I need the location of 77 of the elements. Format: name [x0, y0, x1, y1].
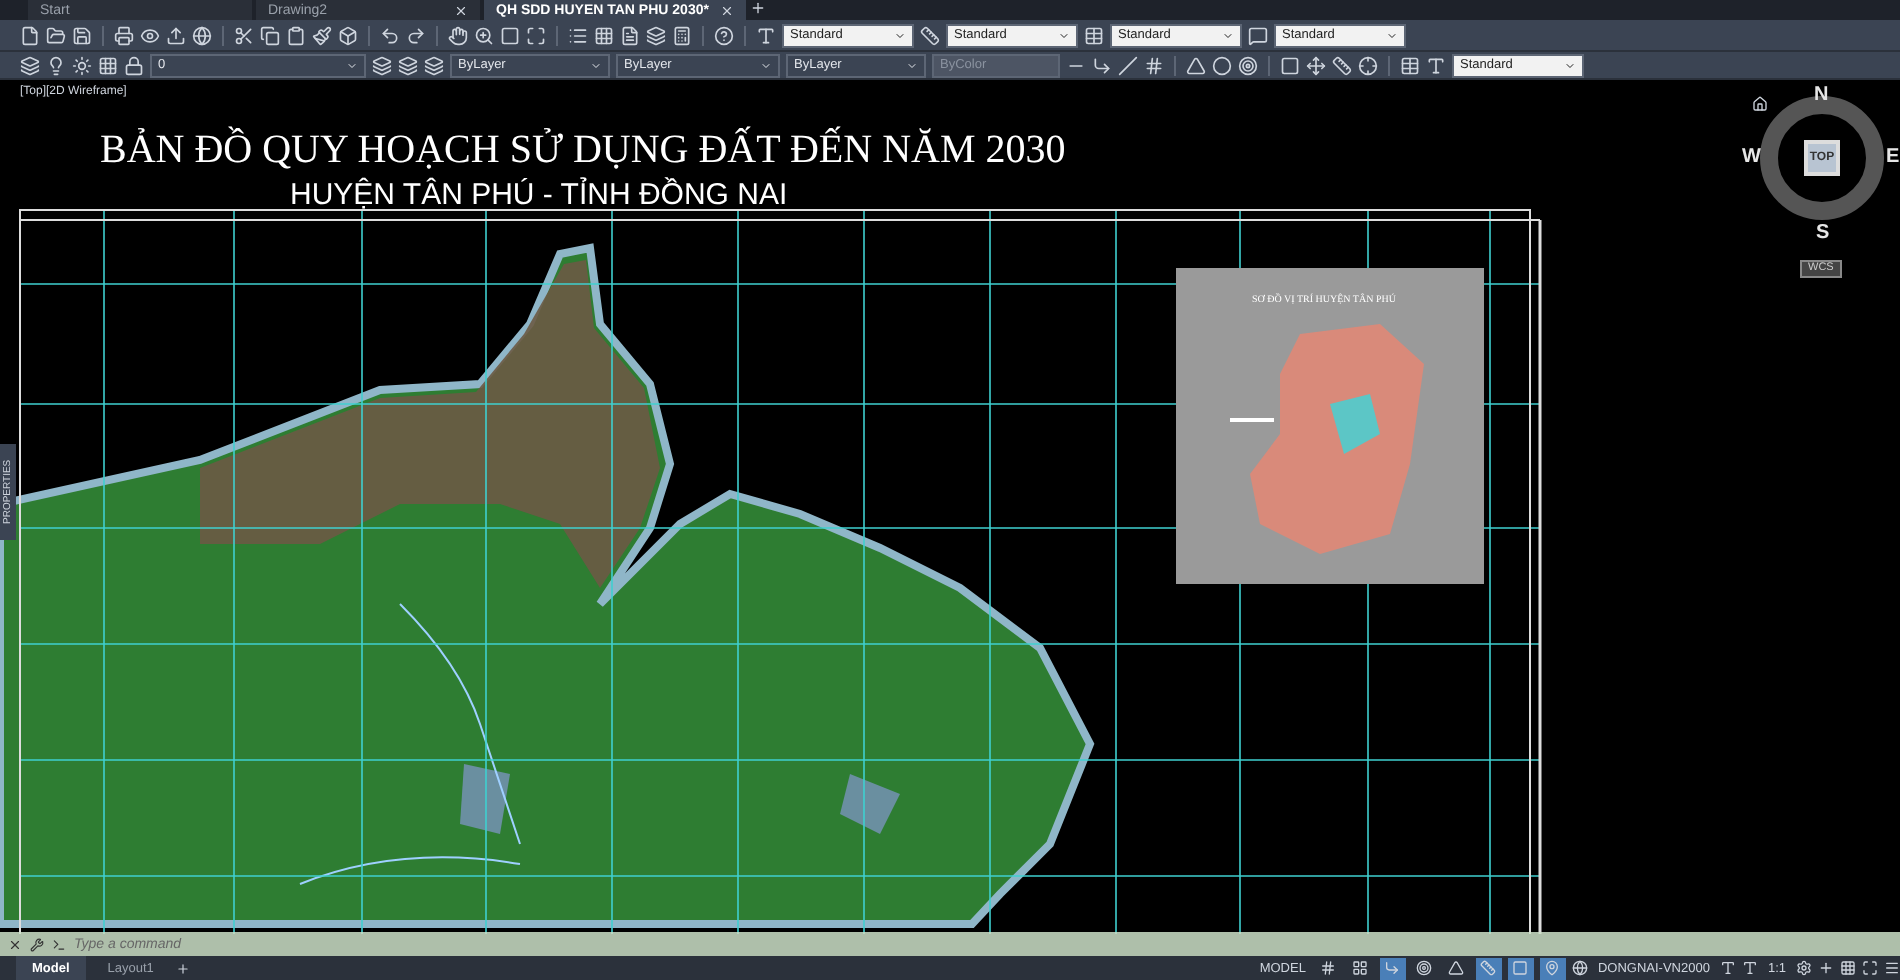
- calculator-icon[interactable]: [672, 25, 692, 45]
- print-icon[interactable]: [114, 25, 134, 45]
- layers-icon[interactable]: [646, 25, 666, 45]
- lock-icon[interactable]: [124, 55, 144, 75]
- infer-icon: [1384, 960, 1401, 976]
- lightbulb-icon[interactable]: [46, 55, 66, 75]
- east-label[interactable]: E: [1886, 148, 1900, 168]
- table-icon[interactable]: [1400, 55, 1420, 75]
- new-tab-icon[interactable]: [750, 0, 767, 16]
- annotation-visibility-icon[interactable]: [1719, 960, 1736, 976]
- arc-length-icon[interactable]: [1118, 55, 1138, 75]
- pan-icon[interactable]: [448, 25, 468, 45]
- continue-icon[interactable]: [1306, 55, 1326, 75]
- command-history-icon[interactable]: [52, 937, 66, 951]
- close-icon[interactable]: [8, 937, 22, 951]
- angular-icon[interactable]: [1186, 55, 1206, 75]
- redo-icon[interactable]: [406, 25, 426, 45]
- plus-icon[interactable]: [1818, 960, 1834, 976]
- osnap-toggle[interactable]: [1507, 957, 1534, 979]
- new-layout-icon[interactable]: [175, 961, 190, 975]
- isolate-icon[interactable]: [1840, 960, 1856, 976]
- text-style-icon[interactable]: [756, 25, 776, 45]
- multileader-style-icon[interactable]: [1248, 25, 1268, 45]
- map-title: BẢN ĐỒ QUY HOẠCH SỬ DỤNG ĐẤT ĐẾN NĂM 2030: [100, 128, 1066, 174]
- dimension-style-icon[interactable]: [920, 25, 940, 45]
- new-file-icon[interactable]: [20, 25, 40, 45]
- home-icon[interactable]: [1752, 96, 1768, 112]
- document-icon[interactable]: [620, 25, 640, 45]
- table-style-icon[interactable]: [1084, 25, 1104, 45]
- aligned-dimension-icon[interactable]: [1092, 55, 1112, 75]
- polar-icon: [1416, 960, 1433, 976]
- map-subtitle: HUYỆN TÂN PHÚ - TỈNH ĐỒNG NAI: [290, 178, 788, 212]
- center-mark-icon[interactable]: [1358, 55, 1378, 75]
- undo-icon[interactable]: [380, 25, 400, 45]
- zoom-extents-icon[interactable]: [526, 25, 546, 45]
- layer-properties-icon[interactable]: [20, 55, 40, 75]
- save-icon[interactable]: [72, 25, 92, 45]
- copy-icon[interactable]: [260, 25, 280, 45]
- properties-icon[interactable]: [568, 25, 588, 45]
- grid-icon: [1320, 960, 1337, 976]
- sun-icon[interactable]: [72, 55, 92, 75]
- zoom-icon[interactable]: [474, 25, 494, 45]
- publish-icon[interactable]: [166, 25, 186, 45]
- cut-icon[interactable]: [234, 25, 254, 45]
- brush-icon[interactable]: [312, 25, 332, 45]
- diameter-icon[interactable]: [1238, 55, 1258, 75]
- help-icon[interactable]: [714, 25, 734, 45]
- settings-icon[interactable]: [1796, 960, 1812, 976]
- open-folder-icon[interactable]: [46, 25, 66, 45]
- auto-scale-icon[interactable]: [1741, 960, 1758, 976]
- layer-previous-icon[interactable]: [398, 55, 418, 75]
- grid-icon[interactable]: [594, 25, 614, 45]
- radius-icon[interactable]: [1212, 55, 1232, 75]
- location-icon: [1544, 960, 1561, 976]
- preview-icon[interactable]: [140, 25, 160, 45]
- menu-icon[interactable]: [1884, 960, 1900, 976]
- north-label[interactable]: N: [1814, 86, 1829, 106]
- infer-toggle[interactable]: [1379, 957, 1406, 979]
- fullscreen-icon[interactable]: [1862, 960, 1878, 976]
- otrack-icon: [1480, 960, 1497, 976]
- make-current-icon[interactable]: [372, 55, 392, 75]
- text-edit-icon[interactable]: [1426, 55, 1446, 75]
- wrench-icon[interactable]: [30, 937, 44, 951]
- ordinate-icon[interactable]: [1144, 55, 1164, 75]
- snap-icon: [1352, 960, 1369, 976]
- west-label[interactable]: W: [1742, 148, 1761, 168]
- otrack-toggle[interactable]: [1475, 957, 1502, 979]
- globe-icon[interactable]: [1571, 960, 1588, 976]
- paste-icon[interactable]: [286, 25, 306, 45]
- ruler-icon[interactable]: [1332, 55, 1352, 75]
- layer-match-icon[interactable]: [424, 55, 444, 75]
- layer-grid-icon[interactable]: [98, 55, 118, 75]
- south-label[interactable]: S: [1816, 224, 1830, 244]
- block-icon[interactable]: [338, 25, 358, 45]
- globe-icon[interactable]: [192, 25, 212, 45]
- location-toggle[interactable]: [1539, 957, 1566, 979]
- iso-icon: [1448, 960, 1465, 976]
